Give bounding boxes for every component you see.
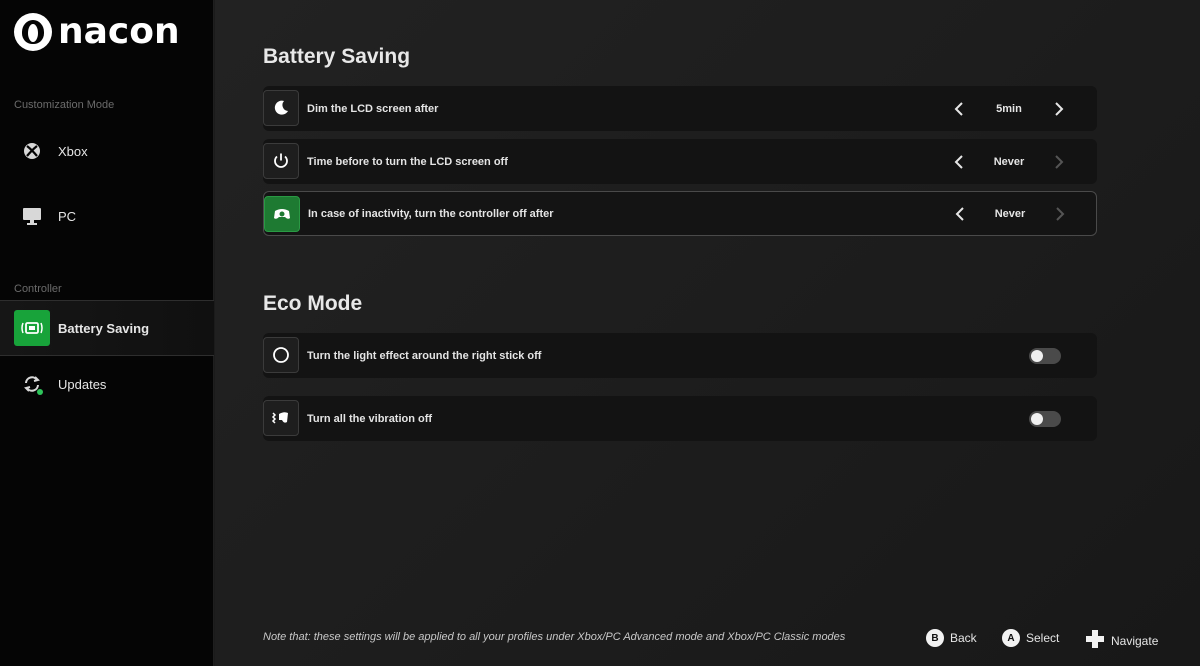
setting-row-dim-lcd[interactable]: Dim the LCD screen after 5min	[263, 86, 1097, 131]
chevron-left-icon[interactable]	[949, 152, 969, 172]
nacon-logo-icon	[14, 13, 52, 51]
sidebar-item-updates[interactable]: Updates	[0, 356, 214, 412]
b-button-icon: B	[926, 629, 944, 647]
setting-label: Turn the light effect around the right s…	[307, 349, 542, 362]
chevron-left-icon[interactable]	[949, 99, 969, 119]
section-title-eco: Eco Mode	[263, 292, 363, 315]
power-icon	[263, 143, 299, 179]
hint-select[interactable]: A Select	[1002, 629, 1059, 647]
chevron-right-icon[interactable]	[1050, 204, 1070, 224]
setting-row-stick-light[interactable]: Turn the light effect around the right s…	[263, 333, 1097, 378]
sidebar-item-label: Xbox	[58, 143, 88, 159]
chevron-right-icon[interactable]	[1049, 152, 1069, 172]
hint-back[interactable]: B Back	[926, 629, 977, 647]
chevron-right-icon[interactable]	[1049, 99, 1069, 119]
vibration-icon	[263, 400, 299, 436]
setting-label: Time before to turn the LCD screen off	[307, 155, 508, 168]
inactivity-stepper[interactable]: Never	[950, 199, 1070, 229]
stepper-value: Never	[993, 155, 1025, 168]
section-label-controller: Controller	[14, 283, 62, 295]
hint-navigate[interactable]: Navigate	[1085, 629, 1158, 652]
stepper-value: 5min	[996, 102, 1022, 115]
lcd-off-stepper[interactable]: Never	[949, 147, 1069, 177]
setting-row-vibration[interactable]: Turn all the vibration off	[263, 396, 1097, 441]
stepper-value: Never	[994, 207, 1026, 220]
setting-label: In case of inactivity, turn the controll…	[308, 207, 554, 220]
setting-row-lcd-off[interactable]: Time before to turn the LCD screen off N…	[263, 139, 1097, 184]
setting-label: Turn all the vibration off	[307, 412, 433, 425]
footer-note: Note that: these settings will be applie…	[263, 631, 846, 643]
main-panel: Battery Saving Dim the LCD screen after …	[215, 0, 1200, 666]
hint-label: Back	[950, 631, 977, 645]
updates-icon	[22, 374, 43, 395]
hint-label: Navigate	[1111, 633, 1159, 648]
dpad-icon	[1085, 629, 1105, 652]
sidebar: nacon Customization Mode Xbox PC Control…	[0, 0, 214, 666]
sidebar-item-pc[interactable]: PC	[0, 188, 214, 244]
sidebar-item-label: Battery Saving	[58, 320, 150, 336]
section-label-customization: Customization Mode	[14, 99, 115, 111]
a-button-icon: A	[1002, 629, 1020, 647]
monitor-icon	[22, 206, 42, 226]
section-title-battery: Battery Saving	[263, 45, 411, 68]
sidebar-item-label: Updates	[58, 376, 107, 392]
setting-row-inactivity[interactable]: In case of inactivity, turn the controll…	[263, 191, 1097, 236]
moon-icon	[263, 90, 299, 126]
sidebar-item-label: PC	[58, 208, 77, 224]
update-available-dot	[37, 389, 43, 395]
hint-label: Select	[1026, 631, 1060, 645]
chevron-left-icon[interactable]	[950, 204, 970, 224]
dim-lcd-stepper[interactable]: 5min	[949, 94, 1069, 124]
stick-ring-icon	[263, 337, 299, 373]
stick-light-toggle[interactable]	[1029, 347, 1061, 364]
setting-label: Dim the LCD screen after	[307, 102, 439, 115]
sidebar-item-battery-saving[interactable]: Battery Saving	[0, 300, 214, 356]
xbox-icon	[22, 141, 42, 161]
brand-name: nacon	[58, 11, 180, 52]
vibration-toggle[interactable]	[1029, 410, 1061, 427]
sidebar-item-xbox[interactable]: Xbox	[0, 123, 214, 179]
battery-saving-icon	[14, 310, 50, 346]
brand-logo: nacon	[14, 12, 180, 52]
controller-icon	[264, 196, 300, 232]
